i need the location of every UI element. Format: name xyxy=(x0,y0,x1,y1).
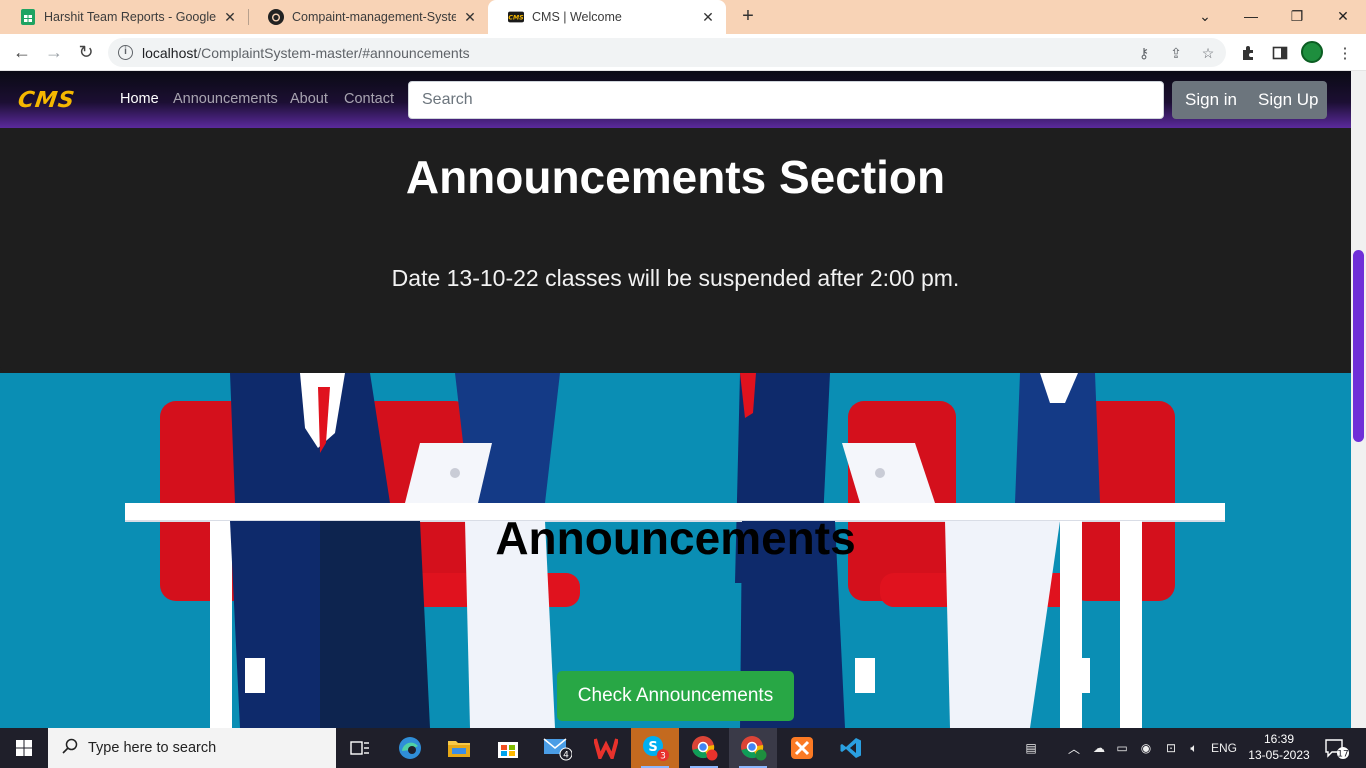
tab-cms-welcome[interactable]: CMS CMS | Welcome ✕ xyxy=(488,0,726,34)
chrome-profile-a-icon[interactable] xyxy=(680,728,728,768)
notification-center-icon[interactable]: 17 xyxy=(1320,728,1354,768)
vscode-icon[interactable] xyxy=(827,728,875,768)
file-explorer-icon[interactable] xyxy=(435,728,483,768)
hero-title: Announcements xyxy=(495,512,856,564)
chrome-active-icon[interactable] xyxy=(729,728,777,768)
new-tab-icon[interactable]: + xyxy=(737,6,759,28)
windows-start-icon[interactable] xyxy=(0,728,48,768)
google-sheets-icon xyxy=(20,9,36,25)
nav-link-about[interactable]: About xyxy=(290,91,328,107)
announcements-section: Announcements Section Date 13-10-22 clas… xyxy=(0,128,1351,373)
camera-icon[interactable]: ◉ xyxy=(1136,728,1156,768)
key-icon[interactable]: ⚷ xyxy=(1134,43,1154,63)
reload-icon[interactable]: ↻ xyxy=(73,39,99,65)
tab-github[interactable]: Compaint-management-System- ✕ xyxy=(248,0,488,34)
edge-browser-icon[interactable] xyxy=(386,728,434,768)
browser-tabstrip: Harshit Team Reports - Google Sheets ✕ C… xyxy=(0,0,1366,34)
taskbar-search-box[interactable]: Type here to search xyxy=(48,728,336,768)
auth-button-group: Sign in Sign Up xyxy=(1172,81,1327,119)
chevron-up-icon[interactable]: ︿ xyxy=(1064,728,1084,768)
forward-icon[interactable]: → xyxy=(41,39,67,65)
search-icon xyxy=(62,738,78,758)
sign-up-button[interactable]: Sign Up xyxy=(1258,81,1318,119)
announcement-text: Date 13-10-22 classes will be suspended … xyxy=(391,265,960,291)
svg-text:CMS: CMS xyxy=(508,15,524,22)
nav-link-contact[interactable]: Contact xyxy=(344,91,394,107)
windows-taskbar: Type here to search 4 S3 ▤ ︿ ☁ ▭ ◉ ⊡ 🔈︎ … xyxy=(0,728,1366,768)
svg-text:S: S xyxy=(648,740,657,755)
battery-icon[interactable]: ▭ xyxy=(1112,728,1132,768)
window-close-icon[interactable]: ✕ xyxy=(1320,0,1366,32)
back-icon[interactable]: ← xyxy=(9,39,35,65)
page-viewport: CMS Home Announcements About Contact Sig… xyxy=(0,71,1351,728)
bookmark-star-icon[interactable]: ☆ xyxy=(1198,43,1218,63)
github-icon xyxy=(268,9,284,25)
cms-favicon: CMS xyxy=(508,9,524,25)
url-path: /ComplaintSystem-master/#announcements xyxy=(197,45,470,61)
xampp-icon[interactable] xyxy=(778,728,826,768)
volume-icon[interactable]: 🔈︎ xyxy=(1184,728,1204,768)
mail-icon[interactable]: 4 xyxy=(533,728,581,768)
tab-label: CMS | Welcome xyxy=(532,10,622,24)
brand-logo[interactable]: CMS xyxy=(16,88,76,113)
browser-toolbar: ← → ↻ i localhost/ComplaintSystem-master… xyxy=(0,34,1366,71)
microsoft-store-icon[interactable] xyxy=(484,728,532,768)
language-indicator[interactable]: ENG xyxy=(1208,728,1240,768)
share-icon[interactable]: ⇪ xyxy=(1166,43,1186,63)
taskbar-search-placeholder: Type here to search xyxy=(88,740,217,756)
close-icon[interactable]: ✕ xyxy=(700,9,716,25)
clock-date: 13-05-2023 xyxy=(1248,748,1310,762)
scrollbar-thumb[interactable] xyxy=(1353,250,1364,442)
site-info-icon[interactable]: i xyxy=(118,45,133,60)
address-bar[interactable]: i localhost/ComplaintSystem-master/#anno… xyxy=(108,38,1226,67)
tab-google-sheets[interactable]: Harshit Team Reports - Google Sheets ✕ xyxy=(0,0,248,34)
network-icon[interactable]: ⊡ xyxy=(1160,728,1182,768)
notification-count: 17 xyxy=(1337,750,1348,760)
chrome-menu-icon[interactable]: ⋮ xyxy=(1334,42,1356,64)
profile-avatar[interactable] xyxy=(1301,41,1323,63)
close-icon[interactable]: ✕ xyxy=(222,9,238,25)
announcements-section-title: Announcements Section xyxy=(405,151,946,203)
task-view-icon[interactable] xyxy=(336,728,384,768)
tab-search-chevron-icon[interactable]: ⌄ xyxy=(1182,0,1228,32)
minimize-icon[interactable]: — xyxy=(1228,0,1274,32)
url-host: localhost xyxy=(142,45,198,61)
onedrive-icon[interactable]: ☁ xyxy=(1088,728,1110,768)
restore-icon[interactable]: ❐ xyxy=(1274,0,1320,32)
clock-time: 16:39 xyxy=(1263,732,1295,746)
skype-badge: 3 xyxy=(660,752,666,762)
news-widget-icon[interactable]: ▤ xyxy=(1016,728,1046,768)
nav-link-home[interactable]: Home xyxy=(120,91,159,107)
nav-link-announcements[interactable]: Announcements xyxy=(173,91,278,107)
mail-badge: 4 xyxy=(563,751,569,761)
wps-office-icon[interactable] xyxy=(582,728,630,768)
tab-label: Compaint-management-System- xyxy=(292,10,456,24)
check-announcements-button[interactable]: Check Announcements xyxy=(557,671,794,721)
site-navbar: CMS Home Announcements About Contact Sig… xyxy=(0,71,1351,128)
sign-in-button[interactable]: Sign in xyxy=(1185,81,1237,119)
extensions-icon[interactable] xyxy=(1237,42,1259,64)
url-text[interactable]: localhost/ComplaintSystem-master/#announ… xyxy=(142,45,470,61)
skype-icon[interactable]: S3 xyxy=(631,728,679,768)
side-panel-icon[interactable] xyxy=(1269,42,1291,64)
tab-label: Harshit Team Reports - Google Sheets xyxy=(44,10,216,24)
system-clock[interactable]: 16:39 13-05-2023 xyxy=(1244,731,1314,763)
hero-banner: Announcements Check Announcements xyxy=(0,373,1351,728)
search-input[interactable] xyxy=(408,81,1164,119)
close-icon[interactable]: ✕ xyxy=(462,9,478,25)
